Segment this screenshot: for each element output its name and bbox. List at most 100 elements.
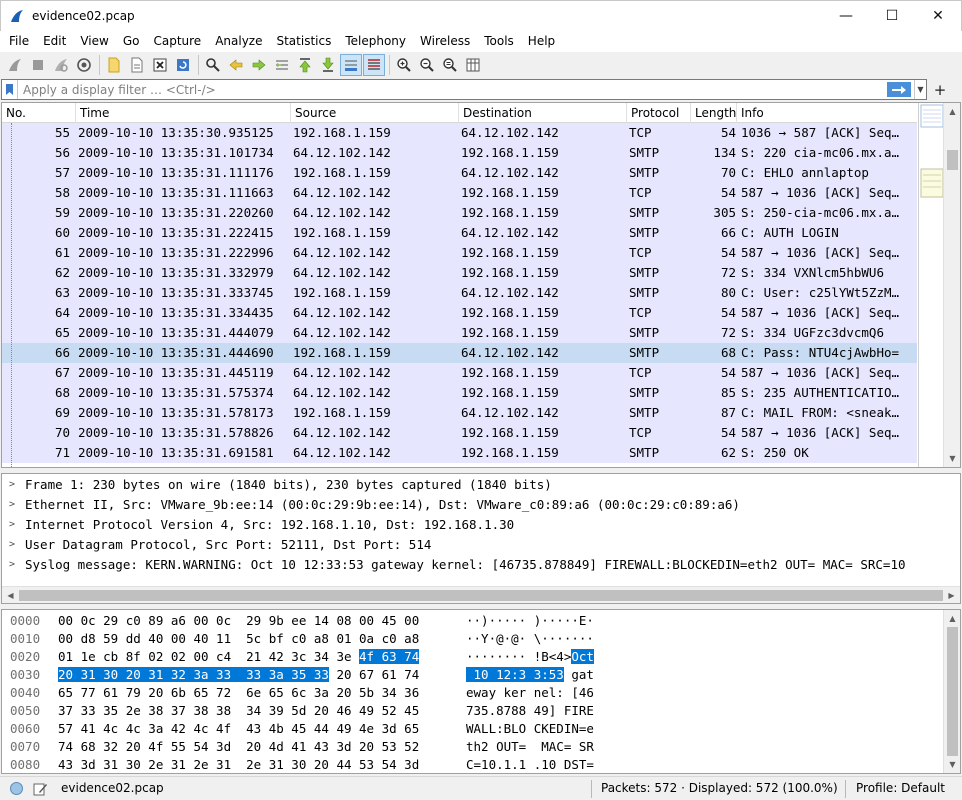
packet-row[interactable]: 62 2009-10-10 13:35:31.332979 64.12.102.14…: [2, 263, 917, 283]
save-file-icon[interactable]: [126, 54, 148, 76]
packet-row[interactable]: 60 2009-10-10 13:35:31.222415 192.168.1.15…: [2, 223, 917, 243]
normal-size-icon[interactable]: [439, 54, 461, 76]
menu-analyze[interactable]: Analyze: [208, 31, 269, 52]
scroll-down-icon[interactable]: ▼: [944, 450, 960, 467]
hex-bytes[interactable]: 37 33 35 2e 38 37 38 38 34 39 5d 20 46 4…: [58, 702, 419, 720]
menu-file[interactable]: File: [2, 31, 36, 52]
menu-go[interactable]: Go: [116, 31, 147, 52]
detail-ethernet[interactable]: > Ethernet II, Src: VMware_9b:ee:14 (00:0…: [2, 495, 960, 515]
menu-view[interactable]: View: [73, 31, 115, 52]
close-button[interactable]: ✕: [915, 1, 961, 31]
menu-wireless[interactable]: Wireless: [413, 31, 477, 52]
bytes-row[interactable]: 0050 37 33 35 2e 38 37 38 38 34 39 5d 20 …: [2, 702, 960, 720]
column-header-source[interactable]: Source: [291, 103, 459, 123]
column-header-no[interactable]: No.: [2, 103, 76, 123]
scroll-left-icon[interactable]: ◀: [2, 587, 19, 603]
column-header-protocol[interactable]: Protocol: [627, 103, 691, 123]
bytes-row[interactable]: 0080 43 3d 31 30 2e 31 2e 31 2e 31 30 20 …: [2, 756, 960, 773]
packet-row[interactable]: 67 2009-10-10 13:35:31.445119 64.12.102.14…: [2, 363, 917, 383]
menu-statistics[interactable]: Statistics: [269, 31, 338, 52]
ascii-bytes[interactable]: ··)····· )·····E·: [466, 612, 594, 630]
packet-row[interactable]: 61 2009-10-10 13:35:31.222996 64.12.102.14…: [2, 243, 917, 263]
bytes-row[interactable]: 0000 00 0c 29 c0 89 a6 00 0c 29 9b ee 14 …: [2, 612, 960, 630]
bytes-scrollbar[interactable]: ▲ ▼: [943, 610, 960, 773]
packet-row[interactable]: 55 2009-10-10 13:35:30.935125 192.168.1.15…: [2, 123, 917, 143]
last-packet-icon[interactable]: [317, 54, 339, 76]
hex-bytes[interactable]: 57 41 4c 4c 3a 42 4c 4f 43 4b 45 44 49 4…: [58, 720, 419, 738]
bytes-row[interactable]: 0070 74 68 32 20 4f 55 54 3d 20 4d 41 43 …: [2, 738, 960, 756]
packet-row[interactable]: 70 2009-10-10 13:35:31.578826 64.12.102.14…: [2, 423, 917, 443]
status-profile[interactable]: Profile: Default: [856, 781, 945, 795]
hex-bytes[interactable]: 20 31 30 20 31 32 3a 33 33 3a 35 33 20 6…: [58, 666, 419, 684]
autoscroll-icon[interactable]: [340, 54, 362, 76]
stop-capture-icon[interactable]: [27, 54, 49, 76]
go-to-packet-icon[interactable]: [271, 54, 293, 76]
scrollbar-thumb[interactable]: [19, 590, 943, 601]
bytes-row[interactable]: 0020 01 1e cb 8f 02 02 00 c4 21 42 3c 34 …: [2, 648, 960, 666]
packet-row[interactable]: 66 2009-10-10 13:35:31.444690 192.168.1.15…: [2, 343, 917, 363]
detail-ipv4[interactable]: > Internet Protocol Version 4, Src: 192.1…: [2, 515, 960, 535]
expand-arrow-icon[interactable]: >: [9, 535, 15, 555]
bytes-row[interactable]: 0010 00 d8 59 dd 40 00 40 11 5c bf c0 a8 …: [2, 630, 960, 648]
packet-minimap[interactable]: [918, 103, 944, 467]
hex-bytes[interactable]: 43 3d 31 30 2e 31 2e 31 2e 31 30 20 44 5…: [58, 756, 419, 773]
packet-row[interactable]: 56 2009-10-10 13:35:31.101734 64.12.102.14…: [2, 143, 917, 163]
hex-bytes[interactable]: 01 1e cb 8f 02 02 00 c4 21 42 3c 34 3e 4…: [58, 648, 420, 666]
colorize-icon[interactable]: [363, 54, 385, 76]
ascii-bytes[interactable]: 10 12:3 3:53 gat: [466, 666, 594, 684]
expand-arrow-icon[interactable]: >: [9, 555, 15, 575]
packet-row[interactable]: 68 2009-10-10 13:35:31.575374 64.12.102.14…: [2, 383, 917, 403]
bytes-row[interactable]: 0040 65 77 61 79 20 6b 65 72 6e 65 6c 3a …: [2, 684, 960, 702]
ascii-bytes[interactable]: th2 OUT= MAC= SR: [466, 738, 594, 756]
maximize-button[interactable]: ☐: [869, 1, 915, 31]
go-back-icon[interactable]: [225, 54, 247, 76]
ascii-bytes[interactable]: eway ker nel: [46: [466, 684, 594, 702]
column-header-length[interactable]: Length: [691, 103, 737, 123]
detail-syslog[interactable]: > Syslog message: KERN.WARNING: Oct 10 12…: [2, 555, 960, 575]
hex-bytes[interactable]: 74 68 32 20 4f 55 54 3d 20 4d 41 43 3d 2…: [58, 738, 419, 756]
ascii-bytes[interactable]: 735.8788 49] FIRE: [466, 702, 594, 720]
packet-row[interactable]: 69 2009-10-10 13:35:31.578173 192.168.1.15…: [2, 403, 917, 423]
ascii-bytes[interactable]: ··Y·@·@· \·······: [466, 630, 594, 648]
packet-row[interactable]: 59 2009-10-10 13:35:31.220260 64.12.102.14…: [2, 203, 917, 223]
close-file-icon[interactable]: [149, 54, 171, 76]
menu-tools[interactable]: Tools: [477, 31, 521, 52]
scroll-up-icon[interactable]: ▲: [944, 103, 960, 120]
expand-arrow-icon[interactable]: >: [9, 495, 15, 515]
scroll-up-icon[interactable]: ▲: [944, 610, 960, 627]
resize-columns-icon[interactable]: [462, 54, 484, 76]
expand-arrow-icon[interactable]: >: [9, 515, 15, 535]
packet-row[interactable]: 63 2009-10-10 13:35:31.333745 192.168.1.15…: [2, 283, 917, 303]
ascii-bytes[interactable]: C=10.1.1 .10 DST=: [466, 756, 594, 773]
ascii-bytes[interactable]: WALL:BLO CKEDIN=e: [466, 720, 594, 738]
menu-help[interactable]: Help: [521, 31, 562, 52]
restart-capture-icon[interactable]: [50, 54, 72, 76]
filter-bookmark-icon[interactable]: [2, 80, 18, 99]
expert-info-indicator-icon[interactable]: [10, 782, 23, 795]
scrollbar-thumb[interactable]: [947, 150, 958, 170]
packet-row[interactable]: 71 2009-10-10 13:35:31.691581 64.12.102.14…: [2, 443, 917, 463]
filter-history-dropdown-icon[interactable]: ▼: [914, 80, 926, 99]
column-header-time[interactable]: Time: [76, 103, 291, 123]
zoom-in-icon[interactable]: [393, 54, 415, 76]
detail-udp[interactable]: > User Datagram Protocol, Src Port: 52111…: [2, 535, 960, 555]
apply-filter-arrow-icon[interactable]: [887, 82, 911, 97]
menu-edit[interactable]: Edit: [36, 31, 73, 52]
bytes-row[interactable]: 0060 57 41 4c 4c 3a 42 4c 4f 43 4b 45 44 …: [2, 720, 960, 738]
scroll-down-icon[interactable]: ▼: [944, 756, 960, 773]
ascii-bytes[interactable]: ········ !B<4>Oct: [466, 648, 594, 666]
hex-bytes[interactable]: 00 d8 59 dd 40 00 40 11 5c bf c0 a8 01 0…: [58, 630, 419, 648]
menu-capture[interactable]: Capture: [146, 31, 208, 52]
go-forward-icon[interactable]: [248, 54, 270, 76]
scroll-right-icon[interactable]: ▶: [943, 587, 960, 603]
first-packet-icon[interactable]: [294, 54, 316, 76]
minimize-button[interactable]: —: [823, 1, 869, 31]
packet-row[interactable]: 64 2009-10-10 13:35:31.334435 64.12.102.14…: [2, 303, 917, 323]
menu-telephony[interactable]: Telephony: [338, 31, 413, 52]
capture-options-icon[interactable]: [73, 54, 95, 76]
packet-list-scrollbar[interactable]: ▲ ▼: [943, 103, 960, 467]
detail-frame[interactable]: > Frame 1: 230 bytes on wire (1840 bits),…: [2, 475, 960, 495]
packet-row[interactable]: 65 2009-10-10 13:35:31.444079 64.12.102.14…: [2, 323, 917, 343]
zoom-out-icon[interactable]: [416, 54, 438, 76]
display-filter-input[interactable]: [18, 82, 887, 97]
